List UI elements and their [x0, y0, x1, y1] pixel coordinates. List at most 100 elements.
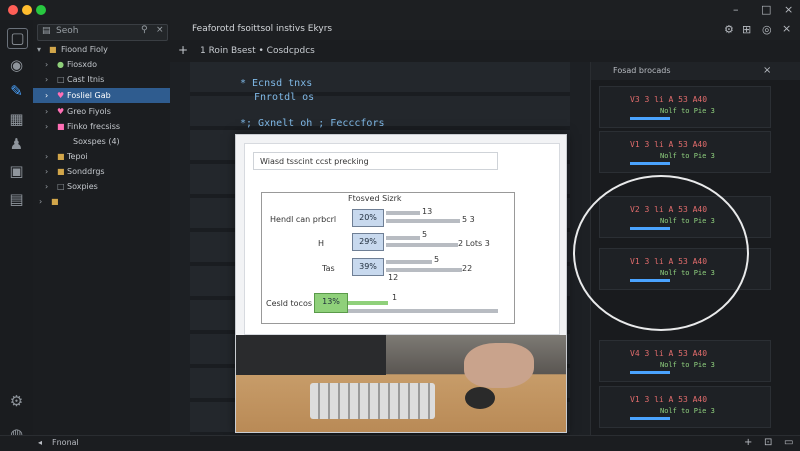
tree-label: Sonddrgs [67, 167, 105, 176]
status-bar: ◂ Fnonal + ⊡ ▭ [0, 435, 800, 451]
tree-item[interactable]: › ■ Finko frecsiss [33, 119, 170, 134]
search-box[interactable]: ▤ Seoh ⚲ × [37, 24, 168, 41]
minimize-dot[interactable] [22, 5, 32, 15]
chevron-right-icon[interactable]: › [45, 72, 48, 87]
editor-title-bar: Feaforotd fsoittsol instivs Ekyrs ⚙ ⊞ ◎ … [170, 20, 800, 40]
chevron-right-icon[interactable]: › [45, 104, 48, 119]
breadcrumb-bar: + 1 Roin Bsest • Cosdcpdcs [170, 40, 800, 63]
split-editor-icon[interactable]: ⊞ [742, 23, 751, 36]
filter-icon[interactable]: ⚲ [141, 25, 148, 35]
diagram-label: Cesld tocos [266, 299, 313, 308]
location-pin-icon[interactable]: ◉ [7, 56, 26, 75]
percent-box: 39% [352, 258, 384, 276]
add-icon[interactable]: + [744, 437, 752, 448]
row-subtext: Nolf to Pie 3 [660, 361, 715, 369]
bar [386, 260, 432, 264]
tree-label: Fioond Fioly [61, 45, 108, 54]
percent-box: 29% [352, 233, 384, 251]
value-label: 5 [434, 255, 440, 264]
file-icon: □ [57, 182, 65, 191]
panel-row[interactable]: V1 3 li A 53 A40 Nolf to Pie 3 [599, 386, 771, 428]
row-bar [630, 371, 670, 374]
bar [386, 236, 420, 240]
triangle-icon[interactable]: ◂ [38, 438, 42, 447]
tree-item[interactable]: › □ Cast Itnis [33, 72, 170, 87]
chevron-right-icon[interactable]: › [45, 164, 48, 179]
chevron-right-icon[interactable]: › [39, 194, 42, 209]
chevron-right-icon[interactable]: › [45, 57, 48, 72]
diagram-label: Hendl can prbcrl [270, 215, 337, 224]
tree-item[interactable]: › ● Fiosxdo [33, 57, 170, 72]
activity-bar: ▢ ◉ ✎ ▦ ♟ ▣ ▤ ⚙ ◍ [0, 20, 34, 450]
terminal-icon[interactable]: ▭ [784, 437, 793, 448]
mouse [465, 387, 495, 409]
close-icon[interactable]: × [156, 25, 164, 35]
title-bar: – □ × [0, 0, 800, 20]
tree-item[interactable]: › ♥ Fosliel Gab [33, 88, 170, 103]
search-input[interactable]: Seoh [56, 26, 78, 36]
panel-row[interactable]: V1 3 li A 53 A40 Nolf to Pie 3 [599, 131, 771, 173]
tree-item[interactable]: › ■ Tepoi [33, 149, 170, 164]
add-icon[interactable]: + [178, 43, 188, 57]
folder-icon: ■ [57, 152, 65, 161]
value-label: 5 3 [462, 215, 475, 224]
bar [348, 309, 498, 313]
run-icon[interactable]: ✎ [7, 82, 26, 101]
tree-label: Greo Fiyols [67, 107, 111, 116]
folder-icon: ■ [51, 197, 59, 206]
minimize-button[interactable]: – [733, 3, 739, 16]
file-icon: □ [57, 75, 65, 84]
highlight-circle [573, 175, 749, 331]
status-label: Fnonal [52, 438, 79, 447]
user-icon[interactable]: ♟ [7, 135, 26, 154]
history-icon[interactable]: ◎ [762, 23, 772, 36]
extensions-icon[interactable]: ▦ [7, 110, 26, 129]
row-subtext: Nolf to Pie 3 [660, 107, 715, 115]
row-value: V4 3 li A 53 A40 [630, 349, 708, 358]
diagram-label: Ftosved Sizrk [348, 194, 402, 203]
row-subtext: Nolf to Pie 3 [660, 407, 715, 415]
file-icon[interactable]: ▤ [7, 190, 26, 209]
breadcrumb[interactable]: 1 Roin Bsest • Cosdcpdcs [200, 46, 315, 56]
row-bar [630, 417, 670, 420]
settings-icon[interactable]: ⚙ [724, 23, 734, 36]
close-button[interactable]: × [784, 3, 793, 16]
chevron-right-icon[interactable]: › [45, 88, 48, 103]
explorer-icon[interactable]: ▢ [7, 28, 28, 49]
explorer-sidebar: ▤ Seoh ⚲ × ▾ ■ Fioond Fioly › ● Fiosxdo … [33, 20, 171, 450]
package-icon[interactable]: ▣ [7, 162, 26, 181]
tree-item[interactable]: › ■ Sonddrgs [33, 164, 170, 179]
maximize-button[interactable]: □ [761, 3, 771, 16]
settings-gear-icon[interactable]: ⚙ [7, 392, 26, 411]
tree-item[interactable]: › ♥ Greo Fiyols [33, 104, 170, 119]
row-subtext: Nolf to Pie 3 [660, 152, 715, 160]
close-icon[interactable]: × [763, 62, 771, 80]
row-bar [630, 117, 670, 120]
chevron-right-icon[interactable]: › [45, 179, 48, 194]
doc-title-field: Wiasd tsscint ccst precking [253, 152, 498, 170]
close-dot[interactable] [8, 5, 18, 15]
heart-icon: ♥ [57, 91, 65, 100]
chevron-down-icon[interactable]: ▾ [37, 42, 41, 57]
maximize-dot[interactable] [36, 5, 46, 15]
chevron-right-icon[interactable]: › [45, 119, 48, 134]
close-icon[interactable]: × [782, 22, 791, 35]
tree-label: Soxpies [67, 182, 98, 191]
tree-item[interactable]: › □ Soxpies [33, 179, 170, 194]
panel-title: Fosad brocads [613, 66, 671, 75]
percent-box: 13% [314, 293, 348, 313]
diagram-label: Tas [322, 264, 335, 273]
panel-row[interactable]: V4 3 li A 53 A40 Nolf to Pie 3 [599, 340, 771, 382]
document-screenshot: Wiasd tsscint ccst precking Ftosved Sizr… [244, 143, 560, 335]
panel-row[interactable]: V3 3 li A 53 A40 Nolf to Pie 3 [599, 86, 771, 128]
bar [386, 211, 420, 215]
bar [348, 301, 388, 305]
chevron-right-icon[interactable]: › [45, 149, 48, 164]
keyboard [310, 383, 435, 419]
tree-item[interactable]: › ■ [33, 194, 170, 209]
tree-item[interactable]: Soxspes (4) [33, 134, 170, 149]
tree-item[interactable]: ▾ ■ Fioond Fioly [33, 42, 170, 57]
image-icon[interactable]: ⊡ [764, 437, 772, 448]
value-label: 12 [388, 273, 399, 282]
flow-diagram: Ftosved Sizrk Hendl can prbcrl H Tas Ces… [261, 192, 515, 324]
